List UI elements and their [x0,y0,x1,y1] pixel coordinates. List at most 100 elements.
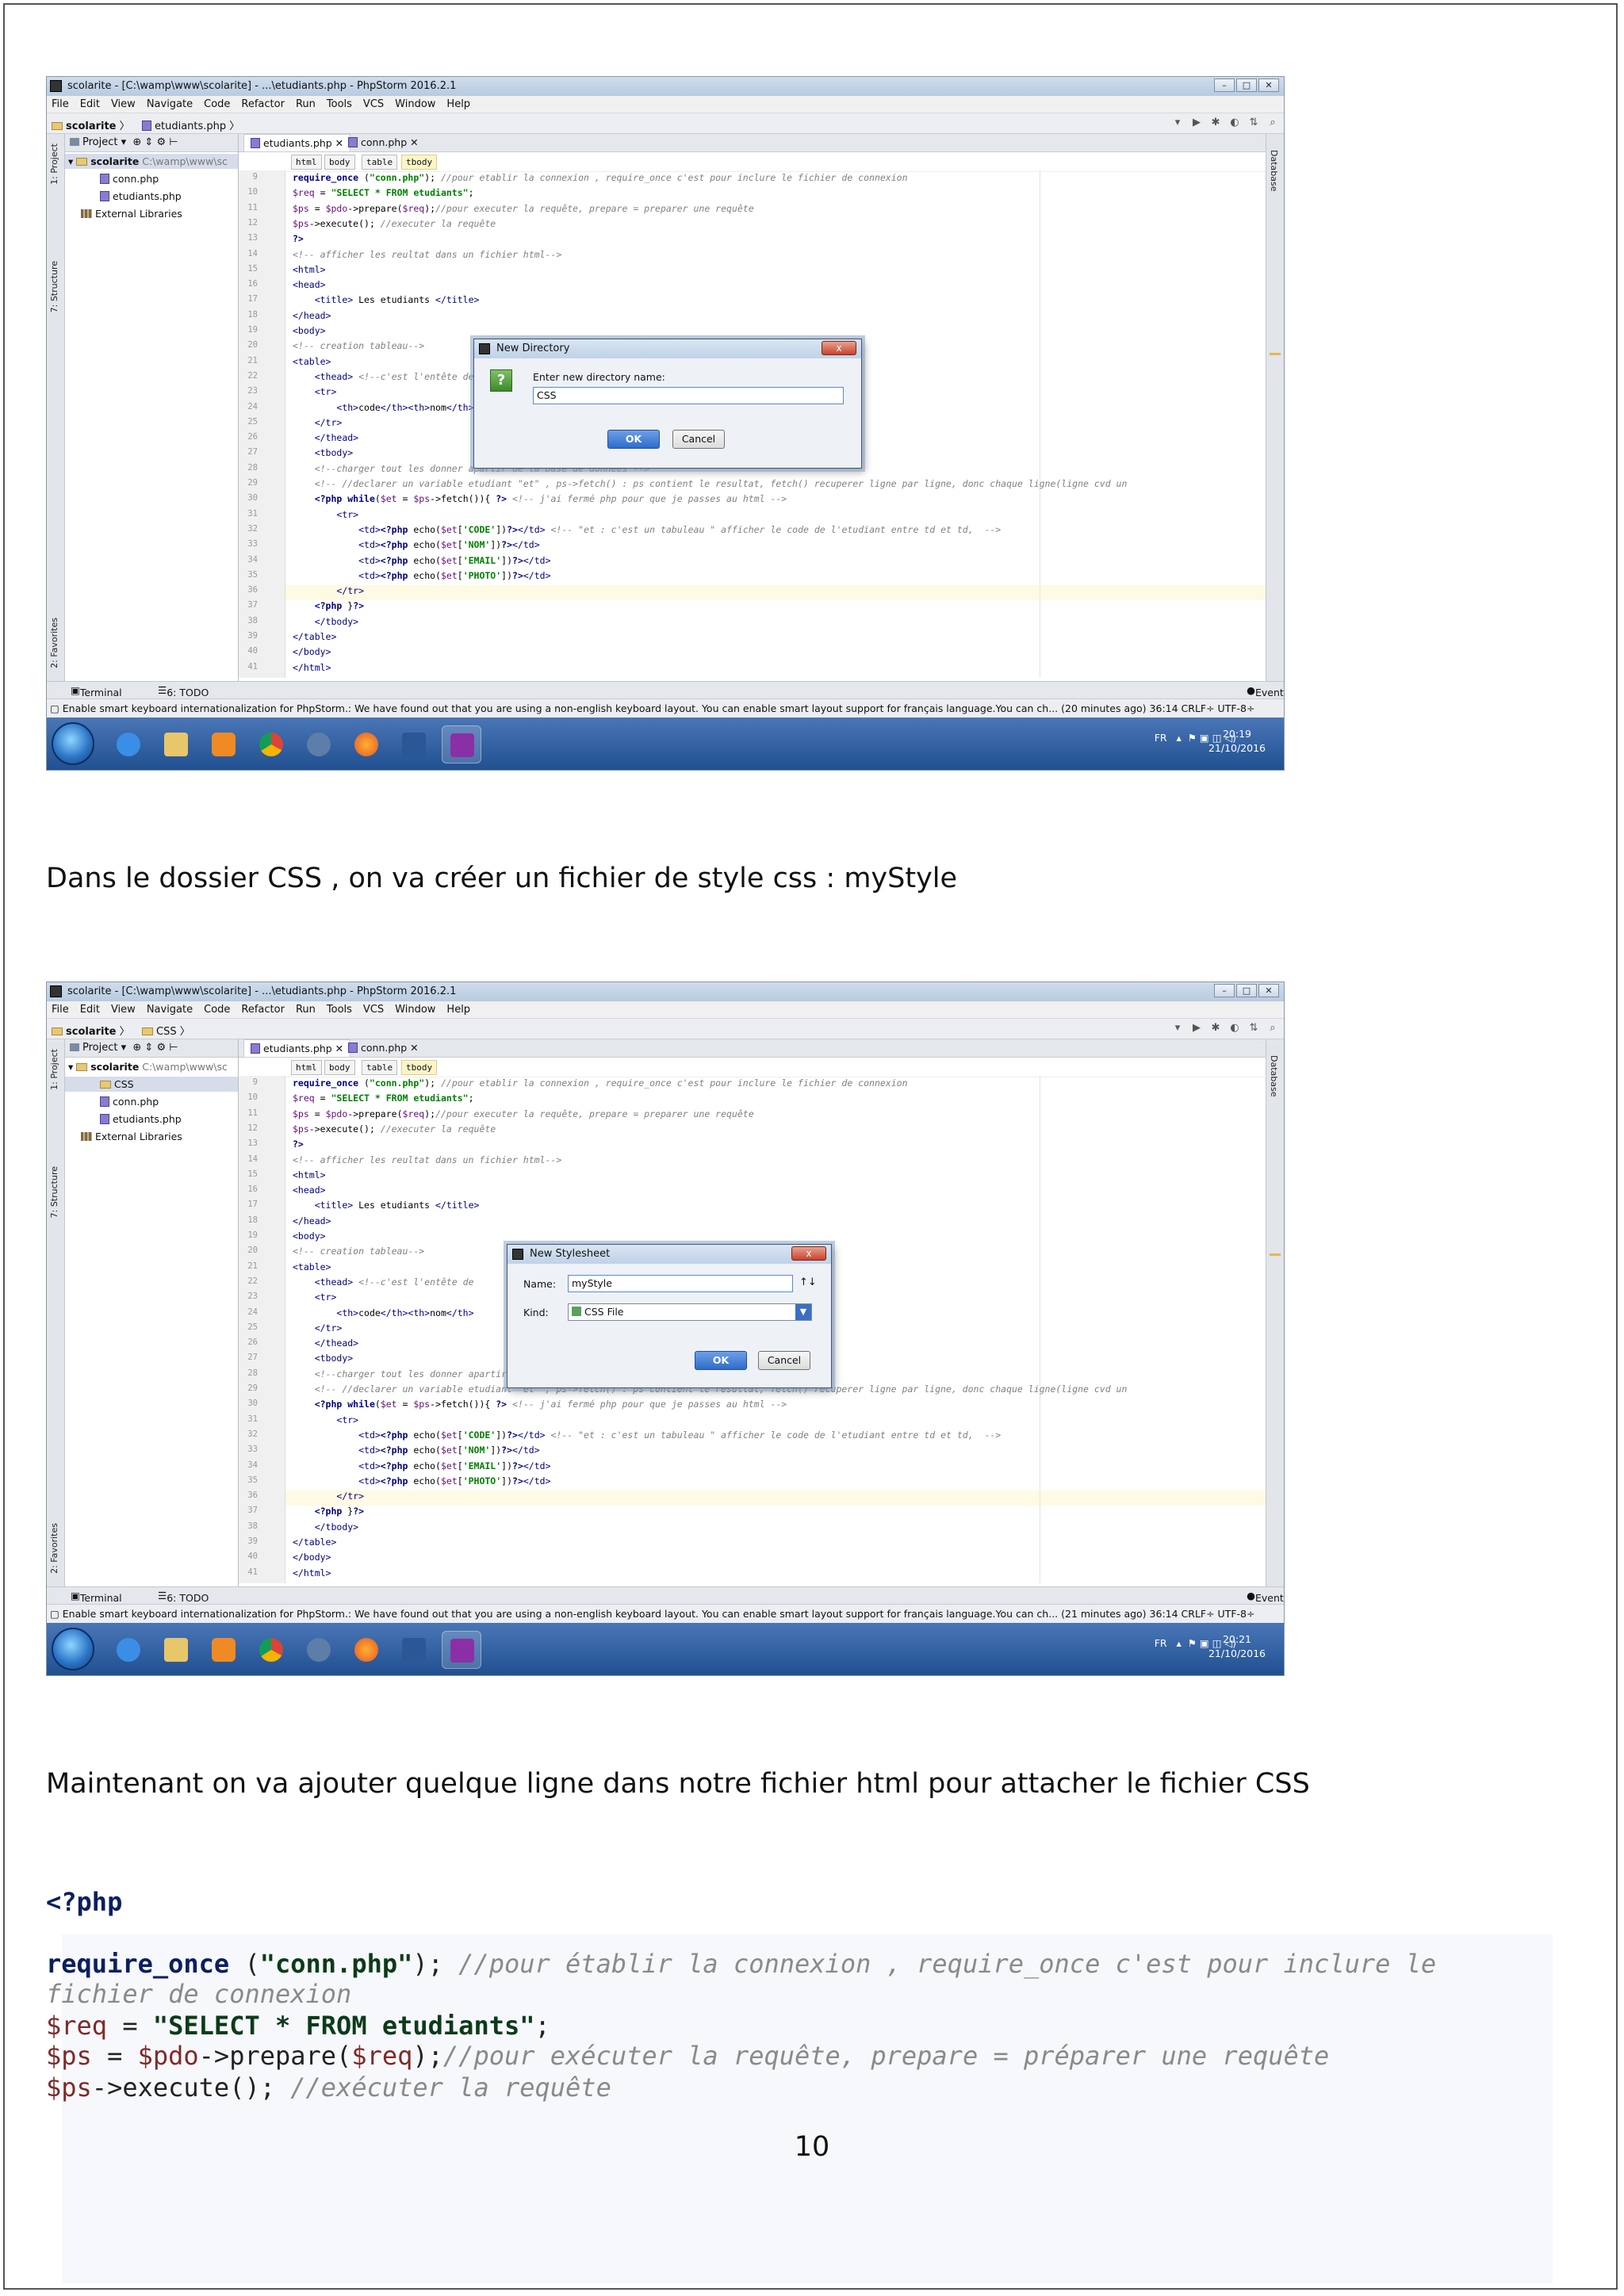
vcs-icon[interactable]: ⇅ [1247,1022,1260,1035]
phpstorm-taskbar-icon[interactable] [442,725,481,763]
side-tab-project[interactable]: 1: Project [49,1049,62,1090]
side-tab-favorites[interactable]: 2: Favorites [49,1523,62,1574]
todo-tab[interactable]: ☰ 6: TODO [158,1590,209,1604]
menu-vcs[interactable]: VCS [363,96,384,113]
close-button[interactable]: ✕ [1258,78,1279,92]
ie-taskbar-icon[interactable] [109,1631,148,1669]
cancel-button[interactable]: Cancel [672,430,725,449]
menu-run[interactable]: Run [296,96,316,113]
debug-icon[interactable]: ✱ [1209,117,1222,129]
project-panel-header[interactable]: Project ▾ ⊕ ⇕ ⚙ ⊢ [65,134,238,152]
menu-navigate[interactable]: Navigate [147,96,193,113]
run-icon[interactable]: ▶ [1190,117,1203,129]
menu-vcs[interactable]: VCS [363,1001,384,1018]
menu-refactor[interactable]: Refactor [241,1001,285,1018]
run-icon[interactable]: ▶ [1190,1022,1203,1035]
terminal-tab[interactable]: ▣ Terminal [71,1590,122,1604]
search-icon[interactable]: ⌕ [1266,1022,1279,1035]
chevron-down-icon[interactable]: ▼ [795,1304,811,1320]
side-tab-favorites[interactable]: 2: Favorites [49,618,62,668]
crumb-body[interactable]: body [324,1060,355,1075]
ie-taskbar-icon[interactable] [109,725,148,763]
close-button[interactable]: ✕ [1258,984,1279,997]
crumb-html[interactable]: html [291,155,322,170]
tab-etudiants[interactable]: etudiants.php ✕ [243,134,351,151]
menu-code[interactable]: Code [204,1001,230,1018]
crumb-table[interactable]: table [362,155,398,170]
tree-item-etudiants[interactable]: etudiants.php [100,1112,182,1127]
debug-icon[interactable]: ✱ [1209,1022,1222,1035]
ok-button[interactable]: OK [607,430,660,449]
explorer-taskbar-icon[interactable] [156,725,196,763]
tree-item-etudiants[interactable]: etudiants.php [100,189,182,204]
crumb-table[interactable]: table [362,1060,398,1075]
start-button[interactable] [52,722,94,765]
kind-select[interactable]: CSS File ▼ [568,1303,812,1321]
tree-root[interactable]: ▾ scolarite C:\wamp\www\sc [65,1059,238,1074]
media-taskbar-icon[interactable] [204,1631,243,1669]
tree-item-conn[interactable]: conn.php [100,171,159,186]
ok-button[interactable]: OK [695,1351,747,1370]
menu-refactor[interactable]: Refactor [241,96,285,113]
minimize-button[interactable]: – [1214,984,1235,997]
project-panel-header[interactable]: Project ▾ ⊕ ⇕ ⚙ ⊢ [65,1039,238,1058]
phpstorm-taskbar-icon[interactable] [442,1631,481,1669]
search-icon[interactable]: ⌕ [1266,117,1279,129]
word-taskbar-icon[interactable] [394,1631,434,1669]
maximize-button[interactable]: □ [1236,984,1257,997]
chrome-taskbar-icon[interactable] [251,1631,291,1669]
menu-view[interactable]: View [111,96,136,113]
menu-window[interactable]: Window [395,1001,435,1018]
menu-file[interactable]: File [52,1001,69,1018]
start-button[interactable] [52,1628,94,1670]
breadcrumb-root[interactable]: scolarite 〉 [52,1023,130,1038]
vcs-icon[interactable]: ⇅ [1247,117,1260,129]
app-taskbar-icon[interactable] [299,1631,339,1669]
side-tab-structure[interactable]: 7: Structure [49,1166,62,1218]
dialog-close-button[interactable]: x [822,341,856,355]
firefox-taskbar-icon[interactable] [347,1631,386,1669]
menu-tools[interactable]: Tools [327,1001,352,1018]
tree-item-conn[interactable]: conn.php [100,1094,159,1109]
side-tab-structure[interactable]: 7: Structure [49,261,62,312]
dialog-close-button[interactable]: x [791,1246,826,1261]
tree-root[interactable]: ▾ scolarite C:\wamp\www\sc [65,154,238,169]
tree-item-libraries[interactable]: External Libraries [81,1129,182,1144]
menu-help[interactable]: Help [446,1001,470,1018]
crumb-html[interactable]: html [291,1060,322,1075]
stylesheet-name-input[interactable]: myStyle [568,1275,793,1292]
crumb-tbody[interactable]: tbody [401,1060,438,1075]
word-taskbar-icon[interactable] [394,725,434,763]
menu-window[interactable]: Window [395,96,435,113]
sort-icon[interactable]: ↑↓ [799,1276,817,1288]
menu-navigate[interactable]: Navigate [147,1001,193,1018]
breadcrumb-file[interactable]: etudiants.php 〉 [142,117,239,132]
menu-tools[interactable]: Tools [327,96,352,113]
firefox-taskbar-icon[interactable] [347,725,386,763]
run-config-dropdown[interactable]: ▾ [1171,117,1184,129]
crumb-tbody[interactable]: tbody [401,155,438,170]
todo-tab[interactable]: ☰ 6: TODO [158,684,209,698]
tab-conn[interactable]: conn.php ✕ [342,134,425,151]
run-config-dropdown[interactable]: ▾ [1171,1022,1184,1035]
event-log-tab[interactable]: ● Event Log [1247,1590,1284,1604]
menu-code[interactable]: Code [204,96,230,113]
crumb-body[interactable]: body [324,155,355,170]
directory-name-input[interactable]: CSS [533,387,844,404]
tree-item-libraries[interactable]: External Libraries [81,206,182,221]
side-tab-project[interactable]: 1: Project [49,144,62,185]
menu-view[interactable]: View [111,1001,136,1018]
coverage-icon[interactable]: ◐ [1228,117,1241,129]
menu-run[interactable]: Run [296,1001,316,1018]
breadcrumb-root[interactable]: scolarite 〉 [52,117,130,132]
event-log-tab[interactable]: ● Event Log [1247,684,1284,698]
side-tab-database[interactable]: Database [1269,150,1279,192]
coverage-icon[interactable]: ◐ [1228,1022,1241,1035]
media-taskbar-icon[interactable] [204,725,243,763]
menu-file[interactable]: File [52,96,69,113]
menu-edit[interactable]: Edit [80,1001,100,1018]
chrome-taskbar-icon[interactable] [251,725,291,763]
tab-etudiants[interactable]: etudiants.php ✕ [243,1039,351,1057]
tree-item-css[interactable]: CSS [65,1077,238,1092]
menu-help[interactable]: Help [446,96,470,113]
